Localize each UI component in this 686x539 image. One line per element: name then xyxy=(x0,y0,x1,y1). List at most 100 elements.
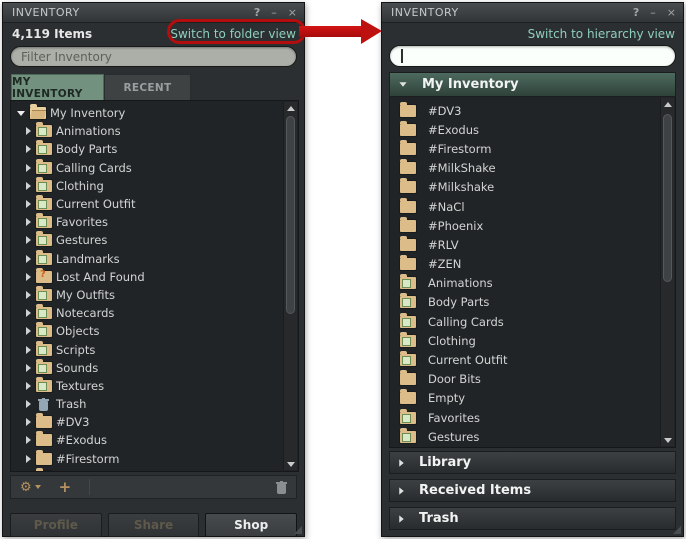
expand-arrow-icon[interactable] xyxy=(26,364,31,372)
tree-row[interactable]: Calling Cards xyxy=(11,159,298,177)
shop-button[interactable]: Shop xyxy=(205,513,297,537)
gear-menu-button[interactable]: ⚙ xyxy=(20,481,41,494)
list-item[interactable]: #RLV xyxy=(390,235,675,254)
tab-recent[interactable]: RECENT xyxy=(104,74,191,100)
profile-button[interactable]: Profile xyxy=(10,513,102,537)
minimize-icon[interactable]: – xyxy=(271,3,277,23)
expand-arrow-icon[interactable] xyxy=(26,255,31,263)
title-bar[interactable]: INVENTORY ? – × xyxy=(3,3,304,23)
scroll-down-button[interactable] xyxy=(284,458,297,470)
list-item[interactable]: Current Outfit xyxy=(390,350,675,369)
tree-row[interactable]: My Inventory xyxy=(11,104,298,122)
resize-grip[interactable] xyxy=(294,526,302,534)
collapse-arrow-icon[interactable] xyxy=(17,111,25,116)
tree-row[interactable]: My Outfits xyxy=(11,286,298,304)
switch-to-hierarchy-view-link[interactable]: Switch to hierarchy view xyxy=(528,27,675,41)
accordion-received-items[interactable]: Received Items xyxy=(389,479,676,502)
expand-arrow-icon[interactable] xyxy=(26,145,31,153)
accordion-my-inventory[interactable]: My Inventory xyxy=(389,72,676,97)
help-icon[interactable]: ? xyxy=(633,3,639,23)
scroll-up-button[interactable] xyxy=(661,98,674,110)
tree-row[interactable]: Body Parts xyxy=(11,140,298,158)
expand-arrow-icon[interactable] xyxy=(26,382,31,390)
add-button[interactable]: + xyxy=(59,480,72,495)
tree-row[interactable]: Trash xyxy=(11,395,298,413)
tab-my-inventory[interactable]: MY INVENTORY xyxy=(11,74,104,100)
minimize-icon[interactable]: – xyxy=(650,3,656,23)
folder-icon xyxy=(400,105,416,117)
list-item[interactable]: #NaCl xyxy=(390,197,675,216)
tree-row[interactable]: Favorites xyxy=(11,213,298,231)
tree-row[interactable]: Animations xyxy=(11,122,298,140)
scrollbar-thumb[interactable] xyxy=(663,114,672,282)
tree-row[interactable]: #Firestorm xyxy=(11,450,298,468)
expand-arrow-icon[interactable] xyxy=(26,182,31,190)
list-item[interactable]: #Milkshake xyxy=(390,178,675,197)
close-icon[interactable]: × xyxy=(288,3,297,23)
expand-arrow-icon[interactable] xyxy=(26,164,31,172)
list-item[interactable]: Animations xyxy=(390,274,675,293)
list-item[interactable]: Calling Cards xyxy=(390,312,675,331)
help-icon[interactable]: ? xyxy=(254,3,260,23)
list-item[interactable]: #ZEN xyxy=(390,255,675,274)
accordion-library[interactable]: Library xyxy=(389,451,676,474)
tree-row[interactable]: Current Outfit xyxy=(11,195,298,213)
list-item[interactable]: #Firestorm xyxy=(390,139,675,158)
tree-row[interactable]: #Exodus xyxy=(11,431,298,449)
list-item[interactable]: Favorites xyxy=(390,408,675,427)
list-item[interactable]: Door Bits xyxy=(390,370,675,389)
right-scrollbar xyxy=(660,98,674,446)
tree-row[interactable]: Clothing xyxy=(11,177,298,195)
expand-arrow-icon[interactable] xyxy=(26,236,31,244)
tree-row[interactable]: Scripts xyxy=(11,340,298,358)
folder-icon xyxy=(400,162,416,174)
expand-arrow-icon[interactable] xyxy=(26,218,31,226)
list-item[interactable]: Body Parts xyxy=(390,293,675,312)
list-item[interactable]: #MilkShake xyxy=(390,159,675,178)
text-cursor xyxy=(401,49,403,63)
expand-arrow-icon[interactable] xyxy=(26,400,31,408)
tree-row[interactable]: #MilkShake xyxy=(11,468,298,472)
folder-label: #RLV xyxy=(428,238,459,252)
expand-arrow-icon[interactable] xyxy=(26,436,31,444)
expand-arrow-icon[interactable] xyxy=(26,327,31,335)
expand-arrow-icon[interactable] xyxy=(26,291,31,299)
tree-row[interactable]: Objects xyxy=(11,322,298,340)
resize-grip[interactable] xyxy=(673,526,681,534)
tree-row[interactable]: Gestures xyxy=(11,231,298,249)
list-item[interactable]: #DV3 xyxy=(390,101,675,120)
tree-row[interactable]: Notecards xyxy=(11,304,298,322)
tree-row[interactable]: Textures xyxy=(11,377,298,395)
close-icon[interactable]: × xyxy=(667,3,676,23)
list-item[interactable]: #Phoenix xyxy=(390,216,675,235)
expand-arrow-icon[interactable] xyxy=(26,127,31,135)
trash-button[interactable] xyxy=(276,481,287,494)
list-item[interactable]: Gestures xyxy=(390,427,675,446)
search-input[interactable] xyxy=(389,45,676,67)
scrollbar-thumb[interactable] xyxy=(286,116,295,314)
system-folder-icon xyxy=(400,277,416,289)
tree-row[interactable]: Sounds xyxy=(11,359,298,377)
expand-arrow-icon[interactable] xyxy=(26,346,31,354)
filter-input[interactable] xyxy=(10,46,297,67)
items-count: 4,119 Items xyxy=(12,27,92,41)
tree-row[interactable]: #DV3 xyxy=(11,413,298,431)
tree-row[interactable]: Landmarks xyxy=(11,250,298,268)
list-item[interactable]: #Exodus xyxy=(390,120,675,139)
expand-arrow-icon[interactable] xyxy=(26,418,31,426)
share-button[interactable]: Share xyxy=(108,513,200,537)
accordion-trash[interactable]: Trash xyxy=(389,507,676,530)
tree-row[interactable]: Lost And Found xyxy=(11,268,298,286)
scroll-up-button[interactable] xyxy=(284,102,297,114)
expand-arrow-icon[interactable] xyxy=(26,455,31,463)
list-item[interactable]: Empty xyxy=(390,389,675,408)
switch-to-folder-view-link[interactable]: Switch to folder view xyxy=(170,27,296,41)
expand-arrow-icon[interactable] xyxy=(26,200,31,208)
expand-arrow-icon[interactable] xyxy=(26,309,31,317)
scroll-down-button[interactable] xyxy=(661,434,674,446)
list-item[interactable]: Clothing xyxy=(390,331,675,350)
system-folder-icon xyxy=(400,431,416,443)
title-bar[interactable]: INVENTORY ? – × xyxy=(382,3,683,23)
expand-arrow-icon[interactable] xyxy=(26,273,31,281)
system-folder-icon xyxy=(400,354,416,366)
